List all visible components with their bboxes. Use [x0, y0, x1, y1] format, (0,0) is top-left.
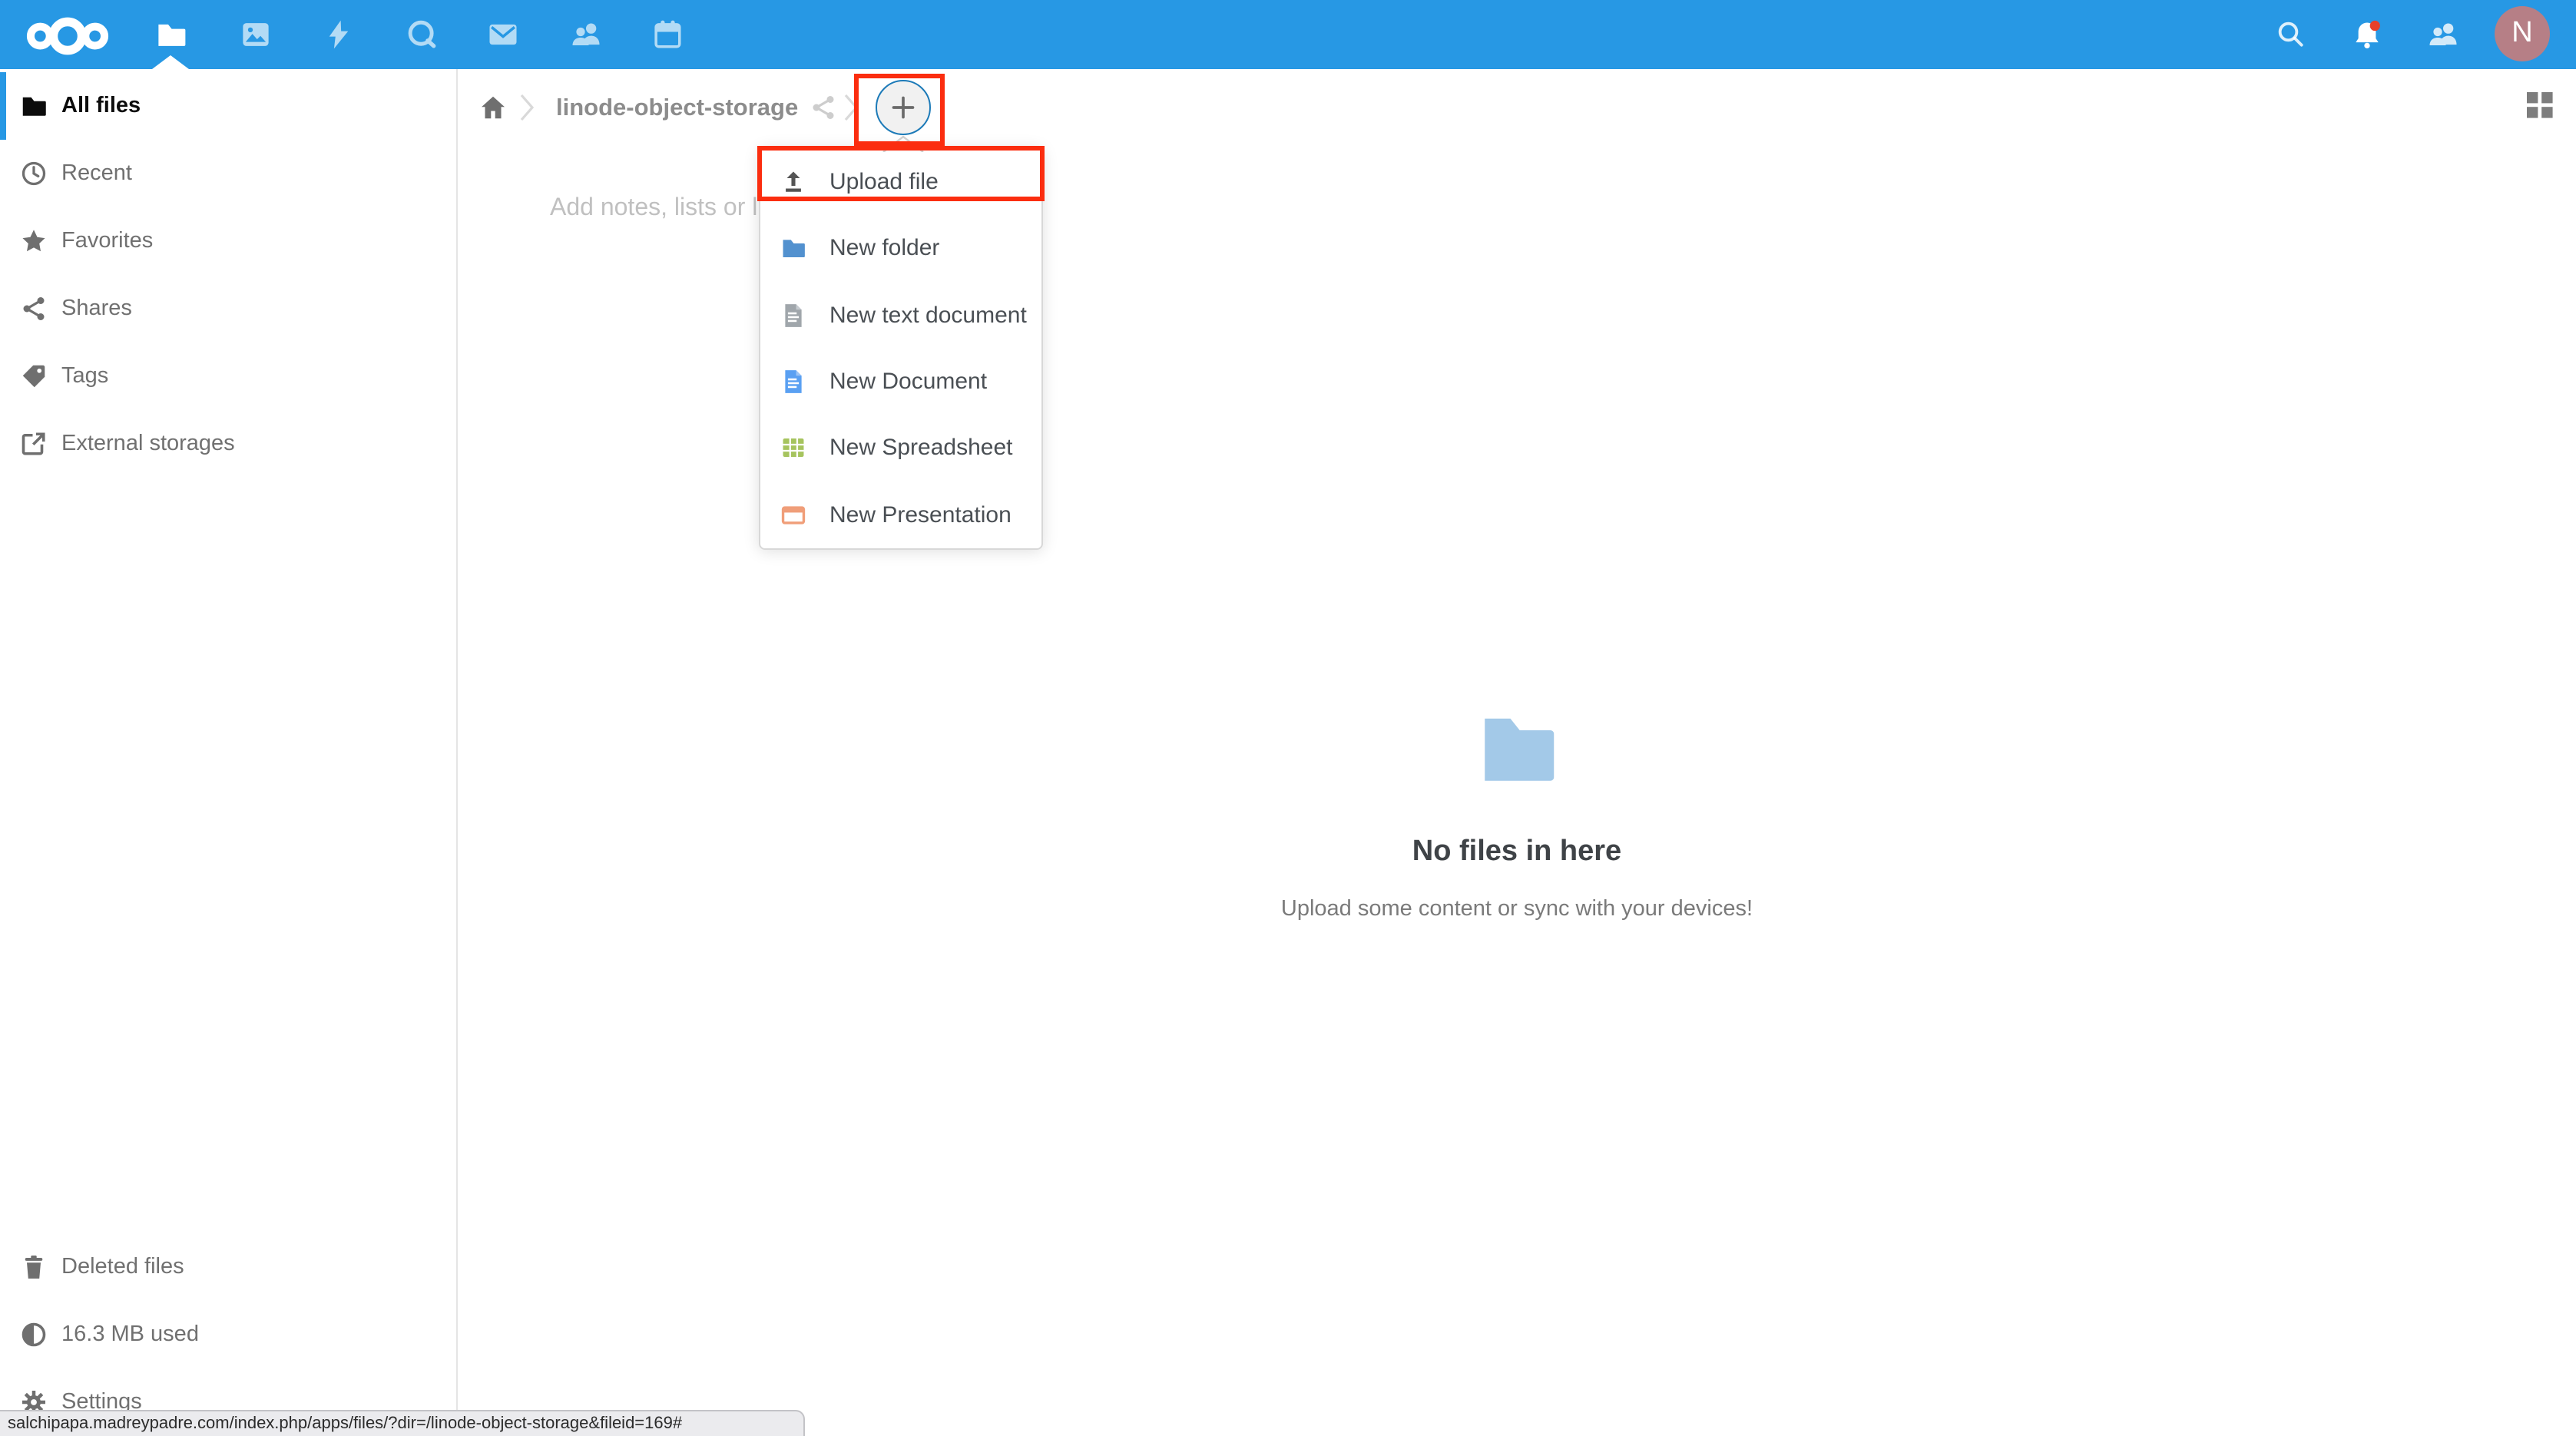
grid-view-toggle-icon[interactable] [2527, 92, 2553, 118]
app-mail-icon[interactable] [469, 0, 536, 69]
sidebar-item-label: Recent [61, 161, 132, 186]
tag-icon [20, 362, 48, 390]
nextcloud-files-app: N All files Recent Favorites Shares Tags… [0, 0, 2576, 1436]
trash-icon [20, 1253, 48, 1281]
star-icon [20, 227, 48, 255]
menu-item-label: New text document [829, 303, 1027, 329]
breadcrumb-home-icon[interactable] [479, 94, 507, 121]
sidebar-item-tags[interactable]: Tags [0, 342, 456, 410]
sidebar-item-favorites[interactable]: Favorites [0, 207, 456, 275]
sidebar-item-label: 16.3 MB used [61, 1322, 199, 1347]
empty-state-title: No files in here [458, 835, 2576, 869]
app-talk-icon[interactable] [387, 0, 455, 69]
empty-folder-state: No files in here Upload some content or … [458, 706, 2576, 921]
breadcrumb-chevron-icon [518, 89, 536, 126]
app-calendar-icon[interactable] [633, 0, 700, 69]
header-contacts-menu-icon[interactable] [2409, 0, 2476, 69]
sidebar-item-label: Favorites [61, 229, 153, 253]
share-icon [20, 295, 48, 323]
nextcloud-logo-icon[interactable] [25, 12, 111, 57]
avatar-letter: N [2511, 17, 2532, 51]
sidebar-item-label: Shares [61, 296, 132, 321]
menu-item-new-folder[interactable]: New folder [760, 216, 1041, 283]
menu-caret [882, 132, 925, 149]
upload-icon [780, 169, 806, 195]
sidebar-item-label: Tags [61, 364, 108, 389]
sidebar-item-external-storages[interactable]: External storages [0, 410, 456, 478]
menu-item-label: New Document [829, 369, 987, 395]
app-activity-icon[interactable] [304, 0, 372, 69]
empty-state-subtitle: Upload some content or sync with your de… [458, 897, 2576, 921]
app-contacts-icon[interactable] [551, 0, 619, 69]
sidebar-item-label: All files [61, 94, 141, 118]
menu-item-new-document[interactable]: New Document [760, 349, 1041, 415]
link-preview-status-bar: salchipapa.madreypadre.com/index.php/app… [0, 1410, 805, 1436]
sidebar-item-storage-quota[interactable]: 16.3 MB used [0, 1301, 456, 1368]
sidebar-item-label: External storages [61, 432, 235, 456]
text-document-icon [780, 303, 806, 329]
document-icon [780, 369, 806, 395]
status-bar-url: salchipapa.madreypadre.com/index.php/app… [8, 1414, 682, 1433]
new-file-menu: Upload file New folder New text document… [759, 147, 1043, 550]
files-sidebar: All files Recent Favorites Shares Tags E… [0, 69, 458, 1436]
active-app-caret [152, 55, 189, 69]
folder-icon [20, 92, 48, 120]
menu-item-label: New Presentation [829, 502, 1012, 528]
quota-pie-icon [20, 1321, 48, 1348]
plus-icon [888, 92, 919, 123]
top-header-bar: N [0, 0, 2576, 69]
sidebar-item-all-files[interactable]: All files [0, 72, 456, 140]
notification-dot [2370, 20, 2380, 30]
external-link-icon [20, 430, 48, 458]
menu-item-new-presentation[interactable]: New Presentation [760, 481, 1041, 548]
presentation-icon [780, 502, 806, 528]
menu-item-upload-file[interactable]: Upload file [760, 149, 1041, 216]
new-file-plus-button[interactable] [876, 80, 931, 135]
sidebar-item-recent[interactable]: Recent [0, 140, 456, 207]
spreadsheet-icon [780, 435, 806, 462]
menu-item-label: New folder [829, 236, 939, 262]
breadcrumb-chevron-icon [842, 89, 860, 126]
folder-icon [780, 236, 806, 262]
menu-item-label: Upload file [829, 169, 939, 195]
breadcrumb-share-icon[interactable] [810, 94, 837, 121]
clock-icon [20, 160, 48, 187]
menu-item-new-spreadsheet[interactable]: New Spreadsheet [760, 415, 1041, 482]
sidebar-item-shares[interactable]: Shares [0, 275, 456, 342]
app-photos-icon[interactable] [221, 0, 289, 69]
sidebar-item-deleted-files[interactable]: Deleted files [0, 1233, 456, 1301]
menu-item-new-text-document[interactable]: New text document [760, 282, 1041, 349]
user-avatar[interactable]: N [2495, 6, 2550, 61]
empty-folder-icon [1472, 706, 1561, 789]
search-icon[interactable] [2256, 0, 2324, 69]
sidebar-item-label: Deleted files [61, 1255, 184, 1279]
notifications-bell-icon[interactable] [2333, 0, 2401, 69]
menu-item-label: New Spreadsheet [829, 435, 1013, 462]
breadcrumb-current-folder[interactable]: linode-object-storage [556, 95, 798, 123]
